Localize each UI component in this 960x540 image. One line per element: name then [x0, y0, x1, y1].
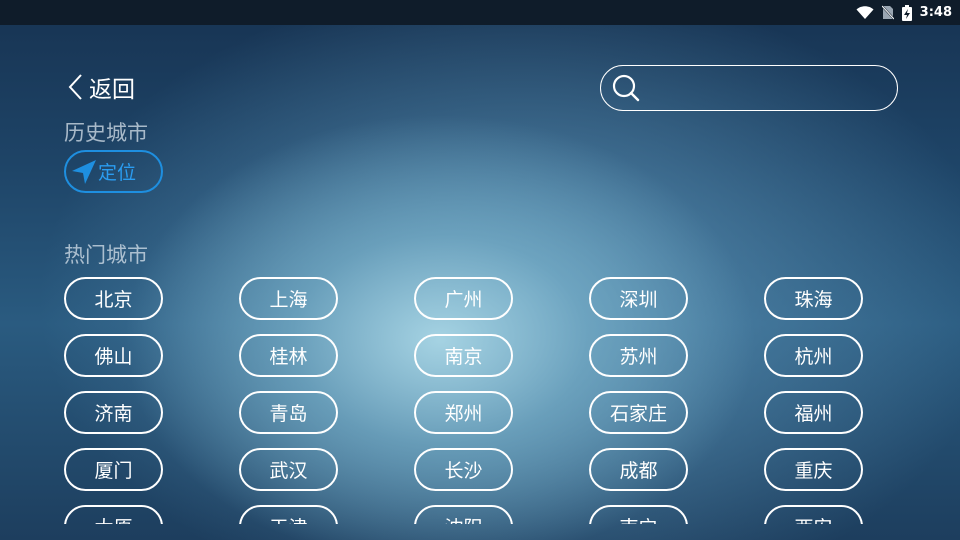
- city-button[interactable]: 厦门: [64, 448, 163, 491]
- city-button[interactable]: 南宁: [589, 505, 688, 524]
- city-button[interactable]: 苏州: [589, 334, 688, 377]
- city-button[interactable]: 太原: [64, 505, 163, 524]
- city-button[interactable]: 天津: [239, 505, 338, 524]
- city-button[interactable]: 成都: [589, 448, 688, 491]
- city-button[interactable]: 石家庄: [589, 391, 688, 434]
- city-button[interactable]: 郑州: [414, 391, 513, 434]
- city-button[interactable]: 桂林: [239, 334, 338, 377]
- city-button[interactable]: 北京: [64, 277, 163, 320]
- city-button[interactable]: 深圳: [589, 277, 688, 320]
- city-button[interactable]: 长沙: [414, 448, 513, 491]
- city-button[interactable]: 上海: [239, 277, 338, 320]
- city-button[interactable]: 武汉: [239, 448, 338, 491]
- city-button[interactable]: 重庆: [764, 448, 863, 491]
- hot-city-grid: 北京 上海 广州 深圳 珠海佛山 桂林 南京 苏州 杭州济南 青岛 郑州 石家庄 福州厦门 武汉 长沙 成都 重…: [0, 0, 960, 524]
- city-button[interactable]: 济南: [64, 391, 163, 434]
- city-button[interactable]: 佛山: [64, 334, 163, 377]
- city-button[interactable]: 西安: [764, 505, 863, 524]
- city-button[interactable]: 福州: [764, 391, 863, 434]
- city-button[interactable]: 广州: [414, 277, 513, 320]
- city-button[interactable]: 沈阳: [414, 505, 513, 524]
- city-button[interactable]: 杭州: [764, 334, 863, 377]
- city-button[interactable]: 青岛: [239, 391, 338, 434]
- city-button[interactable]: 珠海: [764, 277, 863, 320]
- city-button[interactable]: 南京: [414, 334, 513, 377]
